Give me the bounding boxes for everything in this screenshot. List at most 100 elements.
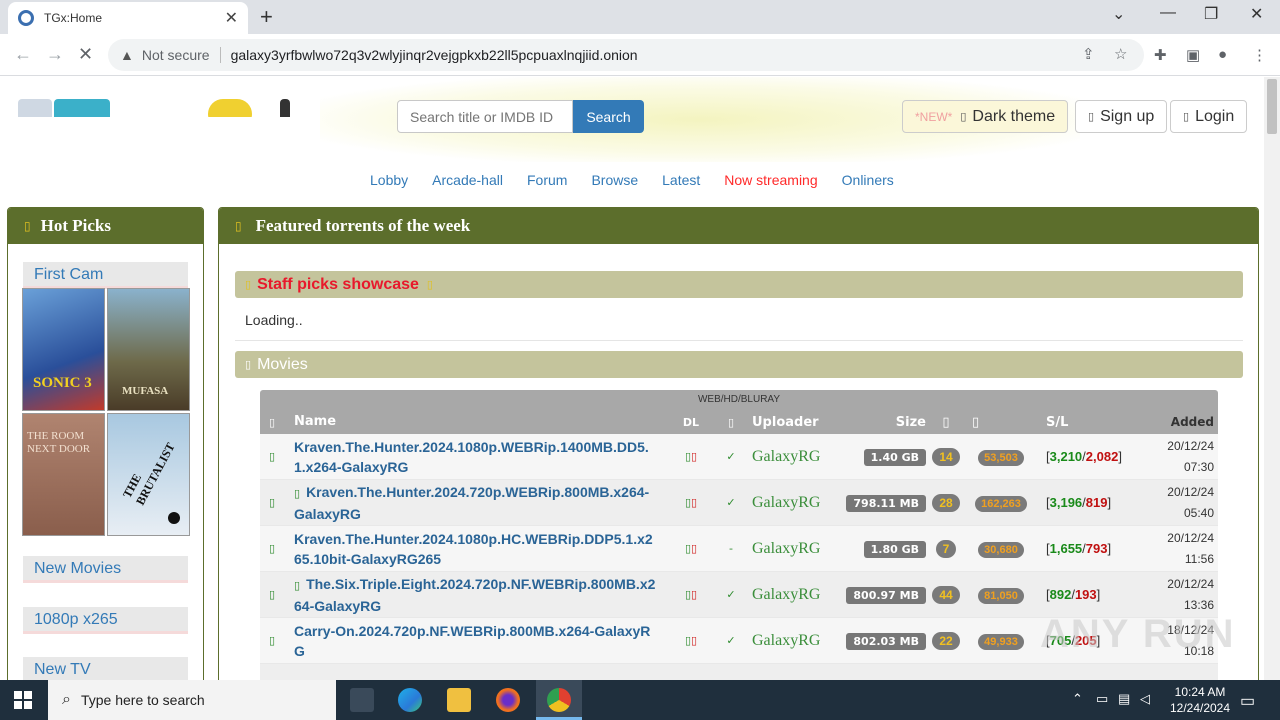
movies-bar[interactable]: ▯ Movies [235, 351, 1243, 378]
dark-theme-button[interactable]: *NEW* ▯ Dark theme [902, 100, 1069, 133]
comments-cell[interactable]: 28 [926, 493, 966, 512]
sign-up-button[interactable]: ▯ Sign up [1075, 100, 1168, 133]
share-icon[interactable]: ⇪ [1082, 39, 1095, 71]
uploader-link[interactable]: GalaxyRG [746, 494, 836, 512]
task-view-icon[interactable] [350, 688, 374, 712]
notifications-icon[interactable]: ▭ [1240, 691, 1255, 711]
taskbar-search[interactable]: ⌕ Type here to search [48, 680, 336, 720]
minimize-icon[interactable]: — [1160, 4, 1176, 22]
page-scrollbar[interactable] [1264, 77, 1280, 680]
site-logo[interactable] [18, 87, 318, 117]
table-row[interactable]: ▯ Kraven.The.Hunter.2024.1080p.HC.WEBRip… [260, 526, 1218, 572]
comments-cell[interactable]: 14 [926, 447, 966, 466]
download-links[interactable]: ▯▯ [666, 496, 716, 509]
poster-the-brutalist[interactable]: THE BRUTALIST [107, 413, 190, 536]
nav-lobby[interactable]: Lobby [370, 172, 408, 188]
close-window-icon[interactable]: ✕ [1250, 4, 1263, 24]
staff-picks-bar[interactable]: ▯ Staff picks showcase ▯ [235, 271, 1243, 298]
nav-forum[interactable]: Forum [527, 172, 567, 188]
category-icon[interactable]: ▯ [260, 588, 284, 601]
download-links[interactable]: ▯▯ [666, 588, 716, 601]
torrent-name[interactable]: ▯ The.Six.Triple.Eight.2024.720p.NF.WEBRi… [284, 574, 666, 616]
download-links[interactable]: ▯▯ [666, 542, 716, 555]
tab-search-chevron-icon[interactable]: ⌄ [1112, 4, 1125, 24]
side-panel-icon[interactable]: ▣ [1186, 46, 1200, 64]
nav-now-streaming[interactable]: Now streaming [724, 172, 817, 188]
network-status-icon[interactable]: ▭ [1096, 691, 1108, 707]
close-tab-icon[interactable]: ✕ [225, 8, 238, 28]
taskbar-clock[interactable]: 10:24 AM 12/24/2024 [1160, 684, 1240, 716]
windows-start-icon[interactable] [14, 691, 32, 709]
col-name[interactable]: Name [284, 412, 666, 432]
category-icon[interactable]: ▯ [260, 634, 284, 647]
torrent-name[interactable]: Carry-On.2024.720p.NF.WEBRip.800MB.x264-… [284, 621, 666, 661]
torrent-name[interactable]: Kraven.The.Hunter.2024.1080p.WEBRip.1400… [284, 437, 666, 477]
torrent-file-icon[interactable]: ▯ [691, 588, 697, 601]
comments-cell[interactable]: 44 [926, 585, 966, 604]
edge-icon[interactable] [398, 688, 422, 712]
file-explorer-icon[interactable] [447, 688, 471, 712]
restore-icon[interactable]: ❐ [1204, 4, 1218, 24]
comments-badge: 44 [932, 585, 960, 604]
uploader-link[interactable]: GalaxyRG [746, 632, 836, 650]
download-links[interactable]: ▯▯ [666, 634, 716, 647]
tray-chevron-icon[interactable]: ⌃ [1072, 691, 1083, 707]
new-tab-icon[interactable]: + [260, 4, 273, 30]
views-column-icon[interactable]: ▯ [966, 415, 1036, 430]
nav-latest[interactable]: Latest [662, 172, 700, 188]
omnibox[interactable]: ▲ Not secure galaxy3yrfbwlwo72q3v2wlyjin… [108, 39, 1144, 71]
uploader-link[interactable]: GalaxyRG [746, 586, 836, 604]
comments-cell[interactable]: 22 [926, 631, 966, 650]
menu-kebab-icon[interactable]: ⋮ [1252, 46, 1267, 64]
section-1080p-x265[interactable]: 1080p x265 [23, 607, 188, 634]
section-new-movies[interactable]: New Movies [23, 556, 188, 583]
browser-tab[interactable]: TGx:Home ✕ [8, 2, 248, 34]
not-secure-label[interactable]: Not secure [142, 47, 221, 63]
poster-sonic-3[interactable]: SONIC 3 [22, 288, 105, 411]
search-button[interactable]: Search [573, 100, 644, 133]
torrent-file-icon[interactable]: ▯ [691, 542, 697, 555]
torrent-file-icon[interactable]: ▯ [691, 496, 697, 509]
extensions-puzzle-icon[interactable]: ✚ [1154, 46, 1167, 64]
verified-column-icon: ▯ [727, 415, 735, 429]
firefox-icon[interactable] [496, 688, 520, 712]
table-row[interactable]: ▯ Kraven.The.Hunter.2024.1080p.WEBRip.14… [260, 434, 1218, 480]
forward-arrow-icon[interactable]: → [46, 44, 64, 65]
section-first-cam[interactable]: First Cam [23, 262, 188, 289]
table-row[interactable]: ▯ ▯Trapped.Inn.2024.720p.AMZN.WEBRip.800… [260, 664, 1218, 680]
table-row[interactable]: ▯ ▯ Kraven.The.Hunter.2024.720p.WEBRip.80… [260, 480, 1218, 526]
comments-cell[interactable]: 7 [926, 539, 966, 558]
back-arrow-icon[interactable]: ← [14, 44, 32, 65]
torrent-name[interactable]: Kraven.The.Hunter.2024.1080p.HC.WEBRip.D… [284, 529, 666, 569]
category-icon[interactable]: ▯ [260, 542, 284, 555]
download-links[interactable]: ▯▯ [666, 450, 716, 463]
nav-onliners[interactable]: Onliners [842, 172, 894, 188]
col-uploader[interactable]: Uploader [746, 415, 836, 430]
poster-mufasa[interactable]: MUFASA [107, 288, 190, 411]
category-icon[interactable]: ▯ [260, 450, 284, 463]
search-input[interactable] [397, 100, 573, 133]
comments-column-icon[interactable]: ▯ [926, 415, 966, 430]
poster-the-room-next-door[interactable]: THE ROOM NEXT DOOR [22, 413, 105, 536]
torrent-file-icon[interactable]: ▯ [691, 450, 697, 463]
col-sl[interactable]: S/L [1036, 415, 1126, 430]
url-text[interactable]: galaxy3yrfbwlwo72q3v2wlyjinqr2vejgpkxb22… [231, 47, 638, 63]
torrent-name[interactable]: ▯ Kraven.The.Hunter.2024.720p.WEBRip.800M… [284, 482, 666, 524]
nav-browse[interactable]: Browse [591, 172, 638, 188]
torrent-file-icon[interactable]: ▯ [691, 634, 697, 647]
nav-arcade-hall[interactable]: Arcade-hall [432, 172, 503, 188]
bookmark-star-icon[interactable]: ☆ [1114, 39, 1127, 71]
stop-loading-icon[interactable]: ✕ [78, 44, 93, 65]
volume-icon[interactable]: ◁ [1140, 691, 1150, 707]
col-added[interactable]: Added [1126, 412, 1218, 433]
login-button[interactable]: ▯ Login [1170, 100, 1248, 133]
uploader-link[interactable]: GalaxyRG [746, 540, 836, 558]
chrome-taskbar-button[interactable] [536, 680, 582, 720]
uploader-link[interactable]: GalaxyRG [746, 448, 836, 466]
wifi-icon[interactable]: ▤ [1118, 691, 1130, 707]
category-icon[interactable]: ▯ [260, 496, 284, 509]
scroll-thumb[interactable] [1267, 79, 1277, 134]
section-new-tv[interactable]: New TV [23, 657, 188, 680]
col-size[interactable]: Size [836, 415, 926, 430]
profile-avatar-icon[interactable]: ● [1218, 46, 1227, 63]
